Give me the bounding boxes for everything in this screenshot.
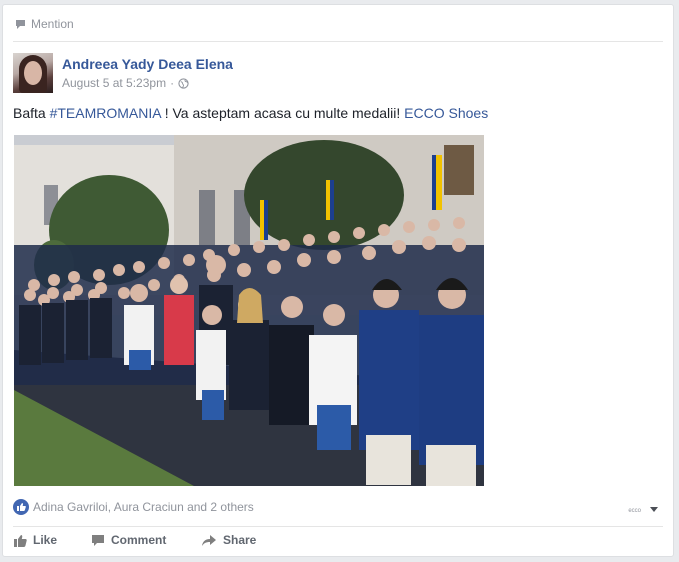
author-avatar[interactable] [13,53,53,93]
post-card: Mention Andreea Yady Deea Elena August 5… [2,4,674,557]
reactions-summary[interactable]: Adina Gavriloi, Aura Craciun and 2 other… [13,499,254,515]
mention-label: Mention [31,17,74,31]
reactions-text[interactable]: Adina Gavriloi, Aura Craciun and 2 other… [33,500,254,514]
meta-separator: · [170,76,175,90]
post-text-prefix: Bafta [13,105,50,121]
divider [13,41,663,42]
share-button[interactable]: Share [201,533,256,547]
like-reaction-icon [13,499,29,515]
post-photo[interactable] [14,135,484,486]
comment-label: Comment [111,533,167,547]
action-bar: Like Comment Share [13,533,256,547]
post-text: Bafta #TEAMROMANIA ! Va asteptam acasa c… [13,105,488,121]
share-arrow-icon [202,534,216,546]
like-button[interactable]: Like [13,533,83,547]
thumbs-up-icon [14,534,27,547]
globe-icon[interactable] [178,77,189,89]
page-tag-label[interactable]: ecco [628,508,641,514]
share-label: Share [223,533,257,547]
post-timestamp[interactable]: August 5 at 5:23pm [62,76,166,90]
comment-icon [92,534,104,546]
author-name[interactable]: Andreea Yady Deea Elena [62,56,233,72]
comment-button[interactable]: Comment [91,533,201,547]
team-photo-illustration [14,135,484,486]
like-label: Like [33,533,58,547]
speech-bubble-icon [16,19,25,29]
chevron-down-icon[interactable] [650,507,658,512]
hashtag-link[interactable]: #TEAMROMANIA [50,105,161,121]
mention-header: Mention [15,15,74,33]
tagged-page-link[interactable]: ECCO Shoes [404,105,488,121]
post-meta: August 5 at 5:23pm · [62,76,189,90]
divider [13,526,663,527]
post-text-middle: ! Va asteptam acasa cu multe medalii! [160,105,405,121]
